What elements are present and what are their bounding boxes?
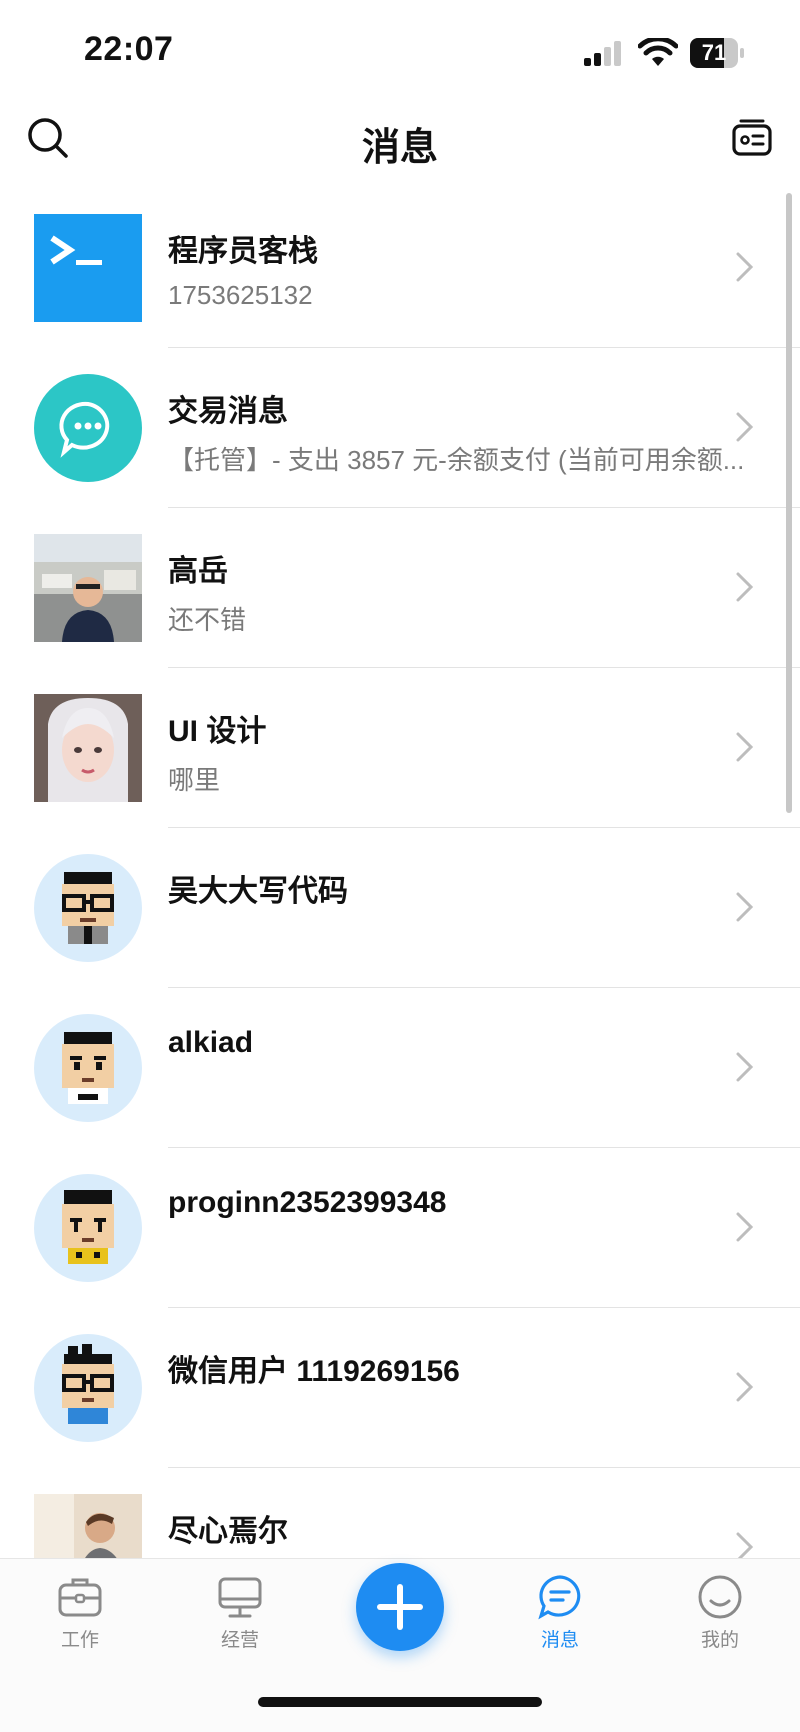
avatar [34, 214, 142, 322]
scroll-indicator[interactable] [786, 193, 792, 813]
chevron-right-icon [736, 1372, 754, 1402]
conversation-preview: 还不错 [168, 605, 247, 635]
briefcase-icon [58, 1578, 102, 1617]
status-bar: 22:07 71 [0, 0, 800, 100]
chevron-right-icon [736, 1532, 754, 1558]
tab-label: 我的 [700, 1630, 739, 1651]
chat-bubble-icon [59, 401, 110, 458]
conversation-name: 尽心焉尔 [168, 1515, 288, 1548]
tab-label: 工作 [60, 1630, 99, 1651]
list-item[interactable]: 交易消息 【托管】- 支出 3857 元-余额支付 (当前可用余额... [0, 348, 800, 508]
add-button[interactable] [356, 1563, 444, 1651]
avatar [34, 1014, 142, 1122]
pixel-avatar-glasses-icon [62, 1344, 114, 1424]
avatar [34, 374, 142, 482]
avatar [34, 1174, 142, 1282]
pixel-avatar-glasses-icon [62, 872, 114, 944]
terminal-logo-icon [50, 235, 102, 265]
chevron-right-icon [736, 1212, 754, 1242]
conversation-name: 微信用户 1119269156 [168, 1355, 460, 1388]
conversation-preview: 哪里 [168, 765, 221, 795]
tab-business[interactable]: 经营 [180, 1573, 300, 1683]
tab-label: 消息 [540, 1630, 579, 1651]
chevron-right-icon [736, 412, 754, 442]
message-list[interactable]: 程序员客栈 1753625132 交易消息 【托管】- 支出 3857 元-余额… [0, 188, 800, 1558]
page-title: 消息 [361, 127, 438, 169]
avatar [34, 1494, 142, 1558]
conversation-name: 程序员客栈 [168, 235, 318, 268]
person-photo-icon [34, 1494, 142, 1558]
chevron-right-icon [736, 1052, 754, 1082]
wifi-icon [638, 38, 678, 66]
person-photo-icon [34, 534, 142, 642]
list-item[interactable]: 程序员客栈 1753625132 [0, 188, 800, 348]
chevron-right-icon [736, 732, 754, 762]
conversation-name: 吴大大写代码 [168, 875, 348, 908]
conversation-name: proginn2352399348 [168, 1186, 447, 1219]
list-item[interactable]: 高岳 还不错 [0, 508, 800, 668]
pixel-avatar-icon [62, 1190, 114, 1264]
conversation-name: alkiad [168, 1026, 254, 1059]
list-item[interactable]: alkiad [0, 988, 800, 1148]
chevron-right-icon [736, 252, 754, 282]
pixel-avatar-icon [62, 1032, 114, 1104]
message-icon [538, 1575, 581, 1620]
avatar [34, 694, 142, 802]
smile-icon [698, 1575, 742, 1619]
battery-indicator: 71 [690, 38, 746, 68]
conversation-name: 交易消息 [168, 395, 288, 428]
cellular-signal-icon [584, 41, 621, 66]
list-item[interactable]: UI 设计 哪里 [0, 668, 800, 828]
avatar [34, 534, 142, 642]
home-indicator [258, 1697, 542, 1707]
conversation-name: 高岳 [168, 555, 228, 588]
person-photo-icon [34, 694, 142, 802]
nav-header: 消息 [0, 100, 800, 180]
avatar [34, 1334, 142, 1442]
conversation-preview: 【托管】- 支出 3857 元-余额支付 (当前可用余额... [168, 445, 745, 475]
chevron-right-icon [736, 892, 754, 922]
tab-messages[interactable]: 消息 [500, 1573, 620, 1683]
tab-work[interactable]: 工作 [20, 1573, 140, 1683]
chevron-right-icon [736, 572, 754, 602]
list-item[interactable]: 吴大大写代码 [0, 828, 800, 988]
plus-icon [377, 1584, 423, 1630]
battery-percent: 71 [701, 40, 727, 65]
contact-card-icon[interactable] [732, 118, 772, 158]
conversation-preview: 1753625132 [168, 280, 313, 310]
status-time: 22:07 [84, 30, 174, 68]
list-item[interactable]: 微信用户 1119269156 [0, 1308, 800, 1468]
avatar [34, 854, 142, 962]
list-item[interactable]: proginn2352399348 [0, 1148, 800, 1308]
list-item[interactable]: 尽心焉尔 [0, 1468, 800, 1558]
monitor-icon [218, 1577, 262, 1618]
tab-label: 经营 [220, 1630, 259, 1651]
conversation-name: UI 设计 [168, 715, 267, 748]
tab-profile[interactable]: 我的 [660, 1573, 780, 1683]
